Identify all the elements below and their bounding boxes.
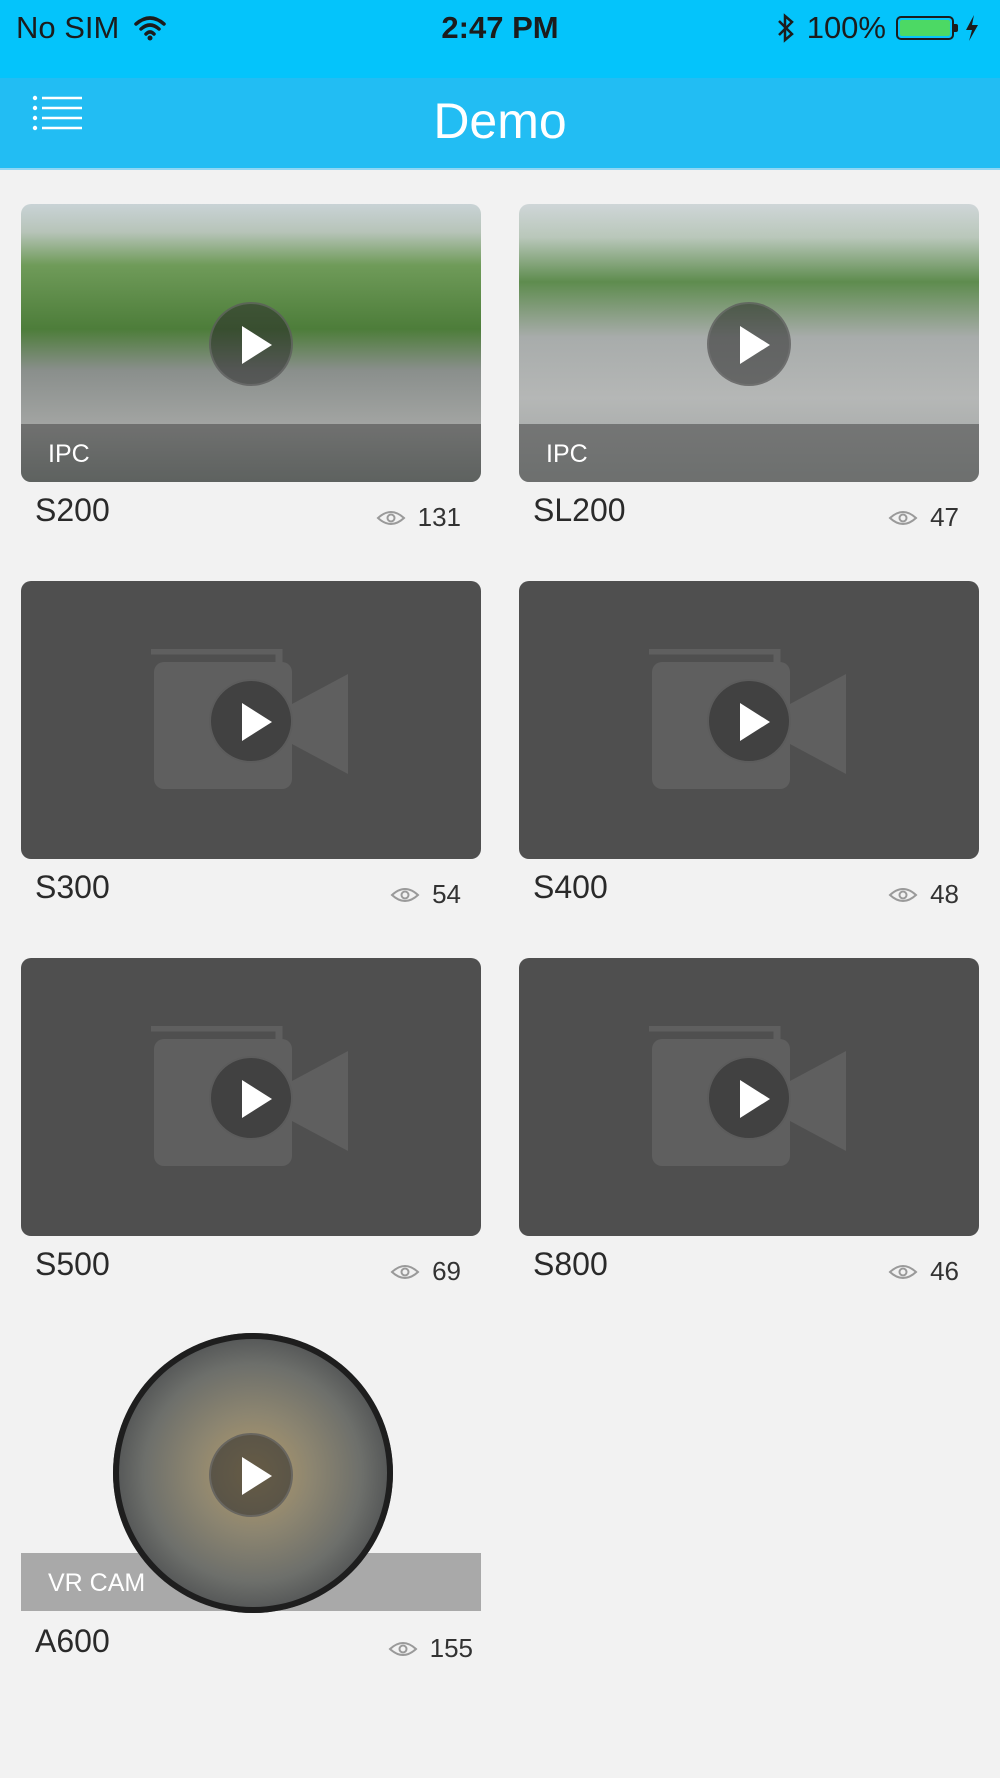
- view-count-value: 47: [930, 502, 959, 532]
- video-thumbnail[interactable]: IPC: [21, 204, 481, 482]
- device-type-label: IPC: [546, 440, 588, 468]
- view-count-value: 155: [429, 1633, 473, 1663]
- device-card-sl200[interactable]: IPC SL200 47: [519, 204, 979, 532]
- view-count: 131: [376, 502, 461, 533]
- bluetooth-icon: [777, 13, 794, 43]
- view-count-value: 48: [930, 879, 959, 909]
- device-name: S500: [35, 1246, 110, 1282]
- device-card-s300[interactable]: S300 54: [21, 581, 481, 909]
- play-icon[interactable]: [209, 679, 293, 763]
- eye-icon: [888, 887, 918, 902]
- device-type-badge: IPC: [519, 424, 979, 482]
- play-icon[interactable]: [209, 1433, 293, 1517]
- device-card-s500[interactable]: S500 69: [21, 958, 481, 1286]
- play-icon[interactable]: [209, 302, 293, 386]
- view-count-value: 46: [930, 1256, 959, 1286]
- view-count-value: 131: [417, 502, 461, 532]
- play-icon[interactable]: [209, 1056, 293, 1140]
- device-name: S200: [35, 492, 110, 528]
- video-thumbnail[interactable]: VR CAM: [21, 1333, 481, 1613]
- eye-icon: [388, 1641, 418, 1656]
- battery-level: [900, 20, 950, 36]
- status-bar: No SIM 2:47 PM 100%: [0, 0, 1000, 78]
- video-thumbnail[interactable]: [21, 581, 481, 859]
- eye-icon: [390, 887, 420, 902]
- device-name: A600: [35, 1623, 110, 1659]
- battery-icon: [896, 16, 958, 40]
- battery-percent: 100%: [806, 10, 886, 45]
- device-name: SL200: [533, 492, 626, 528]
- view-count: 69: [390, 1256, 461, 1287]
- video-thumbnail[interactable]: [519, 958, 979, 1236]
- eye-icon: [390, 1264, 420, 1279]
- view-count: 54: [390, 879, 461, 910]
- view-count: 48: [888, 879, 959, 910]
- status-right: 100%: [775, 10, 980, 46]
- eye-icon: [888, 510, 918, 525]
- device-card-a600[interactable]: VR CAM A600 155: [21, 1333, 481, 1663]
- view-count-value: 69: [432, 1256, 461, 1286]
- device-name: S800: [533, 1246, 608, 1282]
- eye-icon: [376, 510, 406, 525]
- video-thumbnail[interactable]: IPC: [519, 204, 979, 482]
- nav-bar: Demo: [0, 78, 1000, 170]
- play-icon[interactable]: [707, 679, 791, 763]
- play-icon[interactable]: [707, 1056, 791, 1140]
- view-count: 155: [388, 1633, 473, 1664]
- device-type-badge: IPC: [21, 424, 481, 482]
- video-thumbnail[interactable]: [21, 958, 481, 1236]
- device-name: S300: [35, 869, 110, 905]
- video-thumbnail[interactable]: [519, 581, 979, 859]
- page-title: Demo: [433, 93, 567, 149]
- view-count: 46: [888, 1256, 959, 1287]
- play-icon[interactable]: [707, 302, 791, 386]
- view-count-value: 54: [432, 879, 461, 909]
- device-name: S400: [533, 869, 608, 905]
- device-type-label: VR CAM: [48, 1569, 146, 1597]
- charging-bolt-icon: [966, 15, 978, 41]
- device-card-s400[interactable]: S400 48: [519, 581, 979, 909]
- device-card-s800[interactable]: S800 46: [519, 958, 979, 1286]
- eye-icon: [888, 1264, 918, 1279]
- view-count: 47: [888, 502, 959, 533]
- device-type-label: IPC: [48, 440, 90, 468]
- device-card-s200[interactable]: IPC S200 131: [21, 204, 481, 532]
